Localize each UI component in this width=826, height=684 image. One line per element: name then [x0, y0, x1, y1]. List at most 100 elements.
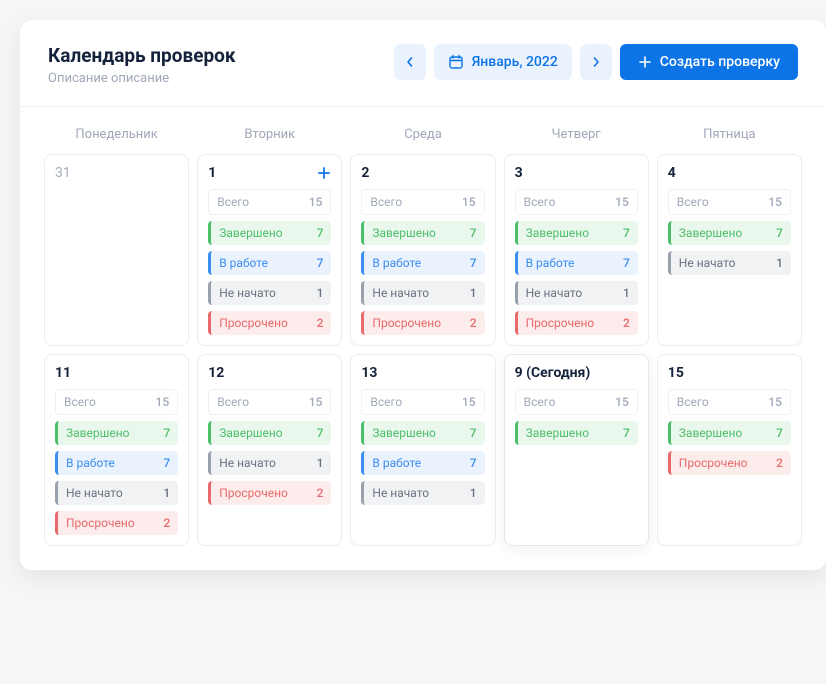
- stat-label: Завершено: [679, 226, 742, 240]
- stat-overdue: Просрочено2: [361, 311, 484, 335]
- stat-count: 7: [470, 256, 477, 270]
- stat-count: 7: [623, 226, 630, 240]
- stat-label: В работе: [219, 256, 268, 270]
- stat-label: Всего: [217, 395, 249, 409]
- stat-count: 1: [163, 486, 170, 500]
- day-cell[interactable]: 1Всего15Завершено7В работе7Не начато1Про…: [197, 154, 342, 346]
- stat-count: 7: [317, 426, 324, 440]
- stat-notstarted: Не начато1: [668, 251, 791, 275]
- day-cell[interactable]: 3Всего15Завершено7В работе7Не начато1Про…: [504, 154, 649, 346]
- day-number: 11: [55, 365, 71, 381]
- stat-label: Всего: [677, 395, 709, 409]
- stat-done: Завершено7: [208, 221, 331, 245]
- stat-count: 7: [623, 426, 630, 440]
- stat-label: Просрочено: [679, 456, 748, 470]
- stat-count: 15: [615, 195, 629, 209]
- stat-overdue: Просрочено2: [668, 451, 791, 475]
- day-cell[interactable]: 9 (Сегодня)Всего15Завершено7: [504, 354, 649, 546]
- chevron-right-icon: [591, 57, 601, 67]
- day-number: 13: [361, 365, 377, 381]
- stat-count: 15: [462, 395, 476, 409]
- stat-count: 7: [470, 426, 477, 440]
- stat-label: Всего: [370, 195, 402, 209]
- calendar-icon: [448, 54, 464, 70]
- stat-count: 1: [470, 286, 477, 300]
- weekday-label: Четверг: [504, 127, 649, 142]
- stat-count: 1: [776, 256, 783, 270]
- day-number: 2: [361, 165, 369, 181]
- stat-total: Всего 15: [668, 189, 791, 215]
- stat-label: Не начато: [372, 486, 429, 500]
- stat-label: Не начато: [66, 486, 123, 500]
- stat-label: Просрочено: [219, 486, 288, 500]
- stat-label: Всего: [370, 395, 402, 409]
- stat-total: Всего 15: [361, 389, 484, 415]
- day-number: 15: [668, 365, 684, 381]
- stat-label: Завершено: [679, 426, 742, 440]
- day-cell[interactable]: 2Всего15Завершено7В работе7Не начато1Про…: [350, 154, 495, 346]
- stat-progress: В работе7: [361, 451, 484, 475]
- stat-label: Просрочено: [219, 316, 288, 330]
- day-cell[interactable]: 13Всего15Завершено7В работе7Не начато1: [350, 354, 495, 546]
- stat-label: Завершено: [219, 426, 282, 440]
- stat-done: Завершено7: [361, 421, 484, 445]
- stat-count: 7: [470, 456, 477, 470]
- stat-done: Завершено 7: [515, 221, 638, 245]
- month-select[interactable]: Январь, 2022: [434, 44, 572, 80]
- stat-total: Всего15: [55, 389, 178, 415]
- stat-overdue: Просрочено2: [515, 311, 638, 335]
- stat-label: В работе: [372, 256, 421, 270]
- day-cell[interactable]: 11Всего15Завершено7В работе7Не начато1Пр…: [44, 354, 189, 546]
- stat-count: 7: [470, 226, 477, 240]
- month-prev-button[interactable]: [394, 44, 426, 80]
- weekday-label: Понедельник: [44, 127, 189, 142]
- stat-notstarted: Не начато1: [515, 281, 638, 305]
- stat-done: Завершено 7: [668, 421, 791, 445]
- stat-label: Завершено: [526, 226, 589, 240]
- weekday-label: Среда: [350, 127, 495, 142]
- add-check-icon[interactable]: [317, 166, 331, 180]
- day-cell[interactable]: 12Всего15Завершено7Не начато1Просрочено2: [197, 354, 342, 546]
- stat-count: 1: [317, 286, 324, 300]
- stat-label: Всего: [524, 395, 556, 409]
- stat-label: Всего: [677, 195, 709, 209]
- stat-notstarted: Не начато1: [208, 451, 331, 475]
- day-cell[interactable]: 15 Всего15 Завершено 7 Просрочено2: [657, 354, 802, 546]
- create-check-label: Создать проверку: [660, 54, 780, 70]
- weekday-label: Вторник: [197, 127, 342, 142]
- day-cell[interactable]: 4Всего 15 Завершено7 Не начато1: [657, 154, 802, 346]
- stat-label: Не начато: [219, 286, 276, 300]
- day-number: 12: [208, 365, 224, 381]
- stat-total: Всего15: [668, 389, 791, 415]
- weekday-label: Пятница: [657, 127, 802, 142]
- stat-total: Всего15: [515, 189, 638, 215]
- month-next-button[interactable]: [580, 44, 612, 80]
- stat-done: Завершено 7: [361, 221, 484, 245]
- stat-progress: В работе7: [515, 251, 638, 275]
- stat-total: Всего15: [208, 389, 331, 415]
- stat-count: 7: [163, 426, 170, 440]
- stat-label: Не начато: [526, 286, 583, 300]
- stat-label: Просрочено: [66, 516, 135, 530]
- stat-progress: В работе 7: [208, 251, 331, 275]
- stat-count: 7: [776, 426, 783, 440]
- stat-count: 7: [317, 256, 324, 270]
- day-cell[interactable]: 31: [44, 154, 189, 346]
- stat-count: 2: [623, 316, 630, 330]
- stat-count: 2: [163, 516, 170, 530]
- stat-notstarted: Не начато 1: [208, 281, 331, 305]
- day-number: 4: [668, 165, 676, 181]
- stat-count: 15: [615, 395, 629, 409]
- create-check-button[interactable]: Создать проверку: [620, 44, 798, 80]
- stat-label: Не начато: [219, 456, 276, 470]
- stat-done: Завершено7: [668, 221, 791, 245]
- stat-label: Завершено: [372, 226, 435, 240]
- stat-done: Завершено 7: [208, 421, 331, 445]
- stat-label: Завершено: [66, 426, 129, 440]
- month-label: Январь, 2022: [472, 54, 558, 70]
- plus-icon: [638, 55, 652, 69]
- stat-count: 15: [768, 195, 782, 209]
- chevron-left-icon: [405, 57, 415, 67]
- stat-notstarted: Не начато1: [361, 281, 484, 305]
- stat-notstarted: Не начато 1: [55, 481, 178, 505]
